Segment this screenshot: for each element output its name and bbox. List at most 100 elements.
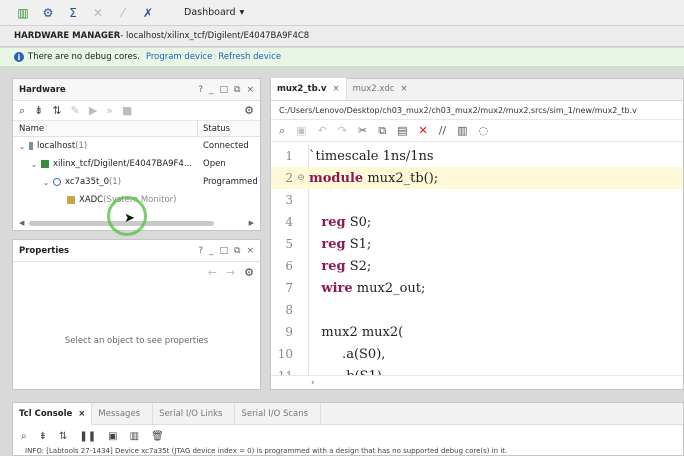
help-icon[interactable]: ?: [198, 246, 203, 256]
chevron-down-icon[interactable]: ⌄: [17, 142, 27, 151]
column-name[interactable]: Name: [13, 121, 198, 136]
code-line[interactable]: 7 wire mux2_out;: [271, 277, 683, 299]
settings-gear-icon[interactable]: ⚙: [244, 104, 254, 117]
column-status[interactable]: Status: [198, 124, 230, 134]
line-number: 1: [285, 149, 293, 163]
code-line[interactable]: 11 .b(S1),: [271, 365, 683, 376]
search-icon[interactable]: ⌕: [21, 431, 27, 442]
console-tab[interactable]: Serial I/O Links: [153, 402, 236, 425]
collapse-all-icon[interactable]: ⇟: [34, 104, 43, 117]
layout-dropdown[interactable]: Dashboard ▾: [184, 7, 244, 18]
lightbulb-icon[interactable]: ◌: [479, 124, 489, 137]
clear-icon[interactable]: 🗑: [151, 431, 164, 442]
refresh-device-link[interactable]: Refresh device: [218, 52, 281, 62]
editor-hscrollbar[interactable]: ‹: [271, 375, 683, 389]
close-icon[interactable]: ×: [78, 409, 85, 419]
close-icon[interactable]: ×: [246, 85, 254, 95]
collapse-all-icon[interactable]: ⇟: [39, 431, 47, 442]
code-line[interactable]: 10 .a(S0),: [271, 343, 683, 365]
probe-icon[interactable]: ✗: [137, 2, 159, 24]
hardware-tree-header: Name Status: [13, 121, 260, 137]
comment-icon[interactable]: //: [439, 124, 446, 137]
redo-icon: ↷: [337, 124, 348, 137]
chevron-down-icon[interactable]: ⌄: [41, 178, 51, 187]
auto-connect-icon: ✎: [70, 104, 80, 117]
code-line[interactable]: 5 reg S1;: [271, 233, 683, 255]
tree-label: localhost: [37, 141, 76, 151]
close-icon[interactable]: ×: [246, 246, 254, 256]
close-icon[interactable]: ×: [401, 84, 408, 94]
tree-row-target[interactable]: ⌄ xilinx_tcf/Digilent/E4047BA9F4... Open: [13, 155, 260, 173]
code-rest: mux2_out;: [352, 280, 426, 296]
line-number: 9: [285, 325, 293, 339]
hardware-manager-header: HARDWARE MANAGER - localhost/xilinx_tcf/…: [0, 26, 684, 47]
hardware-panel-title: Hardware: [19, 84, 66, 95]
expand-all-icon[interactable]: ⇅: [52, 104, 61, 117]
minimize-icon[interactable]: _: [209, 246, 214, 256]
restore-icon[interactable]: □: [220, 246, 229, 256]
code-rest: mux2 mux2(: [321, 324, 404, 340]
stop-trigger-icon: ■: [122, 104, 133, 117]
search-icon[interactable]: ⌕: [279, 124, 285, 138]
mouse-cursor-icon: ➤: [124, 211, 135, 226]
copy-icon[interactable]: ▣: [108, 431, 117, 442]
code-text: module mux2_tb();: [307, 171, 438, 186]
code-line[interactable]: 4 reg S0;: [271, 211, 683, 233]
insert-template-icon[interactable]: ▥: [457, 124, 467, 137]
sigma-icon[interactable]: Σ: [62, 2, 84, 24]
gear-icon[interactable]: ⚙: [37, 2, 59, 24]
fold-toggle-icon[interactable]: ⊖: [295, 173, 307, 183]
restore-icon[interactable]: □: [220, 85, 229, 95]
tree-row-device[interactable]: ⌄ xc7a35t_0 (1) Programmed: [13, 173, 260, 191]
line-number: 7: [285, 281, 293, 295]
close-icon[interactable]: ×: [332, 84, 339, 94]
console-tab[interactable]: Tcl Console ×: [13, 402, 93, 425]
console-tab[interactable]: Serial I/O Scans: [235, 402, 322, 425]
chevron-down-icon[interactable]: ⌄: [29, 160, 39, 169]
code-area[interactable]: 1 `timescale 1ns/1ns 2 ⊖ module mux2_tb(); 3 4…: [271, 145, 683, 375]
run-immediate-icon: »: [106, 104, 114, 117]
tab-label: mux2_tb.v: [277, 84, 327, 94]
server-icon: [29, 142, 33, 150]
code-line[interactable]: 9 mux2 mux2(: [271, 321, 683, 343]
table-icon[interactable]: ▥: [130, 431, 139, 442]
info-bar: i There are no debug cores. Program devi…: [0, 48, 684, 67]
help-icon[interactable]: ?: [198, 85, 203, 95]
code-line[interactable]: 3: [271, 189, 683, 211]
line-number: 2: [285, 171, 293, 185]
tab-mux2-xdc[interactable]: mux2.xdc ×: [347, 78, 414, 100]
paste-icon[interactable]: ▤: [397, 124, 407, 137]
program-device-link[interactable]: Program device: [146, 52, 213, 62]
expand-all-icon[interactable]: ⇅: [59, 431, 67, 442]
editor-toolbar: ⌕ ▣ ↶ ↷ ✂ ⧉ ▤ ✕ // ▥ ◌: [271, 120, 683, 142]
copy-icon[interactable]: ⧉: [378, 124, 386, 138]
flow-icon[interactable]: ▥: [12, 2, 34, 24]
pause-icon[interactable]: ❚❚: [79, 431, 96, 442]
float-icon[interactable]: ⧉: [234, 85, 240, 95]
code-line[interactable]: 6 reg S2;: [271, 255, 683, 277]
undo-icon: ↶: [317, 124, 327, 137]
scroll-left-icon[interactable]: ◀: [19, 219, 24, 227]
cut-icon[interactable]: ✂: [358, 124, 367, 137]
scroll-right-icon[interactable]: ▶: [249, 219, 254, 227]
search-icon[interactable]: ⌕: [19, 104, 25, 118]
code-line[interactable]: 2 ⊖ module mux2_tb();: [271, 167, 683, 189]
float-icon[interactable]: ⧉: [234, 246, 240, 256]
tab-mux2-tb[interactable]: mux2_tb.v ×: [271, 78, 347, 100]
delete-icon[interactable]: ✕: [419, 124, 428, 137]
code-line[interactable]: 8: [271, 299, 683, 321]
scroll-left-icon[interactable]: ‹: [311, 378, 315, 388]
code-line[interactable]: 1 `timescale 1ns/1ns: [271, 145, 683, 167]
line-number: 5: [285, 237, 293, 251]
tree-label: XADC: [79, 195, 104, 205]
console-tab[interactable]: Messages: [92, 402, 154, 425]
code-text: `timescale 1ns/1ns: [307, 149, 434, 164]
settings-gear-icon[interactable]: ⚙: [244, 266, 254, 279]
console-output-line: INFO: [Labtools 27-1434] Device xc7a35t …: [25, 447, 508, 455]
tree-row-localhost[interactable]: ⌄ localhost (1) Connected: [13, 137, 260, 155]
code-rest: .a(S0),: [333, 346, 386, 362]
editor-tabs: mux2_tb.v × mux2.xdc ×: [271, 78, 683, 101]
info-message: There are no debug cores.: [28, 52, 140, 62]
keyword: module: [309, 170, 364, 186]
minimize-icon[interactable]: _: [209, 85, 214, 95]
